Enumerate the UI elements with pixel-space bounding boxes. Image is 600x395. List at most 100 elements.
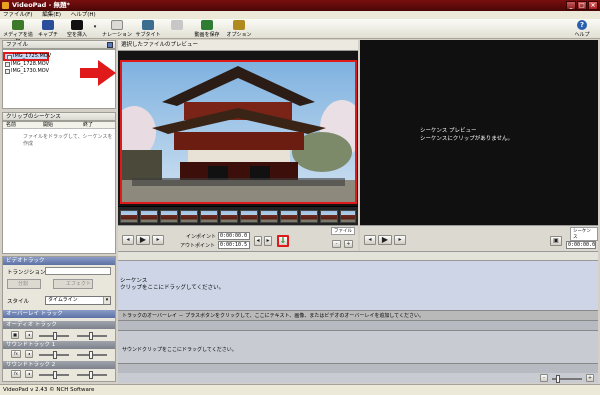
filmstrip[interactable] xyxy=(118,206,358,225)
sequence-transport: ◂ ▶ ▸ ▣ シーケンス 0:00:00.0 xyxy=(360,225,598,251)
capture-icon xyxy=(42,20,54,30)
film-thumbnail xyxy=(140,210,158,223)
in-point-label: インポイント xyxy=(186,234,217,240)
seq-next-frame-button[interactable]: ▸ xyxy=(394,235,406,245)
files-panel-toggle-icon[interactable] xyxy=(107,42,113,48)
fx-button[interactable]: fx xyxy=(11,370,21,378)
video-file-icon xyxy=(7,55,12,60)
volume-slider[interactable] xyxy=(39,351,69,359)
file-item[interactable]: IMG_1725.MOV xyxy=(3,52,51,61)
save-video-button[interactable]: 動画を保存 xyxy=(192,20,222,38)
pan-slider[interactable] xyxy=(77,332,107,340)
next-frame-button[interactable]: ▸ xyxy=(152,235,164,245)
mute-button[interactable]: ■ xyxy=(11,331,19,339)
volume-icon[interactable]: ◂ xyxy=(25,350,33,358)
insert-dropdown-arrow-icon[interactable]: ▾ xyxy=(92,24,98,30)
zoom-out-icon[interactable]: - xyxy=(332,240,341,248)
file-preview-image xyxy=(120,60,357,204)
menu-edit[interactable]: 編集(E) xyxy=(42,12,61,18)
overlay-track-header: オーバーレイ トラック xyxy=(3,310,115,318)
insert-blank-icon xyxy=(71,20,83,30)
callout-arrow-right-icon xyxy=(80,60,116,86)
sound-drop-zone: サウンドクリップをここにドラッグしてください。 xyxy=(122,347,237,353)
add-to-sequence-button[interactable]: ⇓ xyxy=(277,235,289,247)
split-button[interactable]: 分割 xyxy=(7,279,41,289)
volume-icon[interactable]: ◂ xyxy=(25,331,33,339)
minimize-button[interactable]: _ xyxy=(566,1,576,10)
title-bar: VideoPad - 無題* _ □ × xyxy=(0,0,600,11)
help-button[interactable]: ? ヘルプ xyxy=(570,20,594,38)
volume-slider[interactable] xyxy=(39,371,69,379)
pan-slider[interactable] xyxy=(77,371,107,379)
zoom-in-icon[interactable]: + xyxy=(586,374,594,382)
overlay-track-message[interactable]: トラックのオーバーレイ － プラスボタンをクリックして、ここにテキスト、画像、ま… xyxy=(118,311,598,321)
film-thumbnail xyxy=(180,210,198,223)
options-icon xyxy=(233,20,245,30)
files-panel-header: ファイル xyxy=(2,40,116,49)
narration-button[interactable]: ナレーション xyxy=(102,20,132,38)
prev-button[interactable]: ◂ xyxy=(254,236,262,246)
insert-blank-button[interactable]: 空を挿入 xyxy=(64,20,90,38)
clips-panel: 名前 開始 終了 ファイルをドラッグして、シーケンスを作成 xyxy=(2,121,116,254)
next-button[interactable]: ▸ xyxy=(264,236,272,246)
menu-bar: ファイル(F) 編集(E) ヘルプ(H) xyxy=(0,11,600,19)
sound-track-2-controls: fx ◂ xyxy=(5,370,115,380)
zoom-out-icon[interactable]: - xyxy=(540,374,548,382)
film-thumbnail xyxy=(320,210,338,223)
timeline-ruler[interactable] xyxy=(118,251,598,261)
film-thumbnail xyxy=(240,210,258,223)
video-track-header: ビデオトラック xyxy=(3,257,115,265)
narration-icon xyxy=(111,20,123,30)
out-point-field[interactable]: 0:00:10.5 xyxy=(218,241,250,249)
style-label: スタイル xyxy=(7,299,30,305)
snapshot-icon[interactable]: ▣ xyxy=(550,236,562,246)
timeline-zoom: - + xyxy=(538,374,598,383)
fx-button[interactable]: fx xyxy=(11,350,21,358)
chevron-down-icon: ▾ xyxy=(103,297,110,304)
film-thumbnail xyxy=(120,210,138,223)
in-point-field[interactable]: 0:00:00.0 xyxy=(218,232,250,240)
seq-play-button[interactable]: ▶ xyxy=(378,235,392,245)
seq-prev-frame-button[interactable]: ◂ xyxy=(364,235,376,245)
film-thumbnail xyxy=(200,210,218,223)
film-thumbnail xyxy=(160,210,178,223)
sequence-preview-message: シーケンス プレビュー シーケンスにクリップがありません。 xyxy=(420,128,514,142)
video-track-drop-zone: シーケンス クリップをここにドラッグしてください。 xyxy=(120,278,225,291)
close-button[interactable]: × xyxy=(588,1,598,10)
volume-icon[interactable]: ◂ xyxy=(25,370,33,378)
style-select[interactable]: タイムライン ▾ xyxy=(45,296,111,305)
file-tab[interactable]: ファイル xyxy=(331,227,355,235)
volume-slider[interactable] xyxy=(39,332,69,340)
transition-select[interactable] xyxy=(45,267,111,275)
pan-slider[interactable] xyxy=(77,351,107,359)
film-thumbnail xyxy=(280,210,298,223)
transition-label: トランジション xyxy=(7,270,46,276)
disabled-tool-icon xyxy=(171,20,183,30)
add-media-icon xyxy=(12,20,24,30)
sound-track-2-lane xyxy=(118,363,598,373)
timeline-zoom-slider[interactable] xyxy=(552,375,582,383)
sequence-tab[interactable]: シーケンス xyxy=(570,227,598,241)
film-thumbnail xyxy=(340,210,356,223)
play-button[interactable]: ▶ xyxy=(136,235,150,245)
zoom-in-icon[interactable]: + xyxy=(344,240,353,248)
audio-tracks[interactable]: サウンドクリップをここにドラッグしてください。 xyxy=(118,321,598,383)
save-video-icon xyxy=(201,20,213,30)
maximize-button[interactable]: □ xyxy=(577,1,587,10)
subtitle-icon xyxy=(142,20,154,30)
sound-track-2-header: サウンドトラック 2 xyxy=(3,361,115,369)
status-bar: VideoPad v 2.43 © NCH Software xyxy=(0,384,600,395)
video-track[interactable]: シーケンス クリップをここにドラッグしてください。 xyxy=(118,261,598,311)
audio-track-lane xyxy=(118,321,598,331)
file-preview-header: 選択したファイルのプレビュー xyxy=(118,40,358,51)
prev-frame-button[interactable]: ◂ xyxy=(122,235,134,245)
menu-file[interactable]: ファイル(F) xyxy=(3,12,32,18)
sound-track-1-header: サウンドトラック 1 xyxy=(3,341,115,349)
sequence-time-field[interactable]: 0:00:00.0 xyxy=(566,241,596,249)
menu-help[interactable]: ヘルプ(H) xyxy=(71,12,96,18)
sound-track-1-controls: fx ◂ xyxy=(5,350,115,360)
audio-track-controls: ■ ◂ xyxy=(5,331,115,341)
effect-button[interactable]: エフェクト xyxy=(53,279,93,289)
film-thumbnail xyxy=(300,210,318,223)
options-button[interactable]: オプション xyxy=(226,20,252,38)
